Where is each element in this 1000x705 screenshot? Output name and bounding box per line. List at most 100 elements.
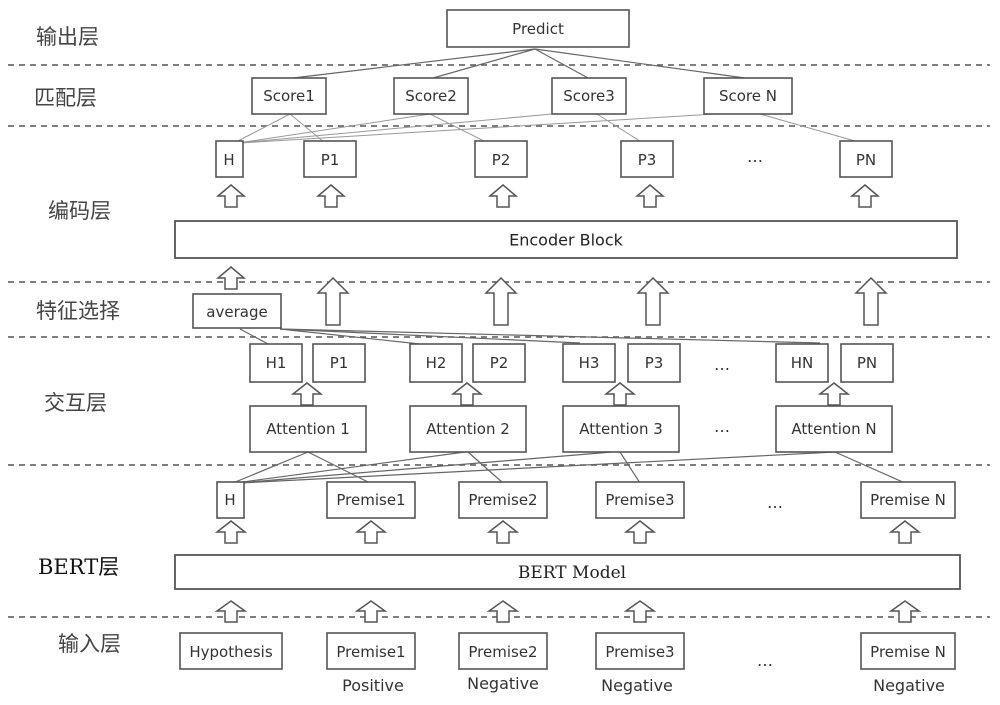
input-polarity-label: Negative: [467, 674, 539, 693]
node-label: Hypothesis: [189, 643, 272, 661]
input-premise-node: Premise3: [595, 632, 685, 670]
edge-att3-premise3: [619, 451, 641, 484]
up-arrow-icon: [487, 184, 519, 208]
node-label: Premise1: [336, 491, 405, 509]
node-label: P1: [321, 151, 340, 169]
up-arrow-icon: [290, 382, 324, 406]
ellipsis: …: [757, 651, 773, 670]
bert-output-premise-node: Premise3: [595, 481, 685, 519]
layer-label-feature-selection: 特征选择: [36, 299, 120, 323]
up-arrow-icon: [484, 276, 518, 326]
edge-predict-score3: [534, 48, 589, 79]
ellipsis: …: [714, 417, 730, 436]
up-arrow-icon: [486, 520, 520, 544]
attention-label: Attention 3: [579, 420, 663, 438]
layer-label-encoding: 编码层: [48, 199, 111, 223]
node-label: H2: [426, 354, 447, 372]
input-polarity-label: Negative: [873, 676, 945, 695]
bert-output-h-node: H: [216, 481, 245, 519]
interaction-p-node: PN: [840, 343, 894, 383]
layer-label-output: 输出层: [36, 25, 99, 49]
attention-label: Attention 1: [266, 420, 350, 438]
input-polarity-label: Negative: [601, 676, 673, 695]
node-label: PN: [857, 354, 877, 372]
edge-scoren-pn: [759, 113, 863, 144]
attention-label: Attention N: [791, 420, 876, 438]
node-label: P1: [330, 354, 349, 372]
score-label: Score2: [405, 87, 457, 105]
encoder-block: Encoder Block: [174, 220, 958, 259]
node-label: Premise1: [336, 643, 405, 661]
score-node: Score2: [393, 77, 469, 115]
bert-model-block: BERT Model: [174, 554, 961, 590]
score-label: Score N: [719, 87, 777, 105]
up-arrow-icon: [888, 600, 922, 623]
up-arrow-icon: [486, 600, 520, 623]
edge-att2-premise2: [467, 451, 504, 484]
node-label: H: [224, 491, 235, 509]
edge-score2-h: [237, 113, 431, 144]
up-arrow-icon: [215, 184, 247, 208]
node-label: Premise3: [605, 491, 674, 509]
node-label: P3: [645, 354, 664, 372]
encoded-p-node: P2: [474, 140, 528, 178]
score-label: Score1: [263, 87, 315, 105]
score-node: Score3: [551, 77, 627, 115]
average-node: average: [192, 293, 282, 329]
edge-scoren-h: [239, 113, 716, 144]
input-premise-node: Premise1: [326, 632, 416, 670]
up-arrow-icon: [354, 520, 388, 544]
up-arrow-icon: [603, 382, 637, 406]
up-arrow-icon: [623, 520, 657, 544]
node-label: P2: [490, 354, 509, 372]
ellipsis: …: [714, 355, 730, 374]
interaction-h-node: HN: [775, 343, 829, 383]
node-label: HN: [791, 354, 814, 372]
edge-predict-score2: [432, 48, 536, 79]
layer-labels: 输出层 匹配层 编码层 特征选择 交互层 BERT层 输入层: [34, 25, 121, 656]
score-label: Score3: [563, 87, 615, 105]
bert-model-label: BERT Model: [518, 563, 626, 583]
attention-node: Attention 1: [249, 405, 367, 453]
edge-average-hn: [279, 328, 821, 344]
node-label: Premise2: [468, 491, 537, 509]
bert-output-premise-node: Premise N: [860, 481, 956, 519]
node-label: P3: [638, 151, 657, 169]
up-arrow-icon: [214, 520, 248, 544]
edge-attn-h: [239, 451, 836, 484]
node-label: P2: [492, 151, 511, 169]
edge-score3-h: [237, 113, 553, 144]
encoded-p-node: P1: [303, 140, 357, 178]
attention-node: Attention 2: [409, 405, 527, 453]
edge-predict-score1: [292, 48, 536, 79]
edge-predict-scoren: [534, 48, 746, 79]
attention-node: Attention 3: [562, 405, 680, 453]
layer-label-bert: BERT层: [38, 555, 119, 579]
node-label: Premise N: [870, 491, 946, 509]
predict-label: Predict: [512, 20, 564, 38]
interaction-p-node: P2: [472, 343, 526, 383]
attention-label: Attention 2: [426, 420, 510, 438]
ellipsis: …: [747, 147, 763, 166]
bert-output-premise-node: Premise1: [326, 481, 416, 519]
bert-output-premise-node: Premise2: [458, 481, 548, 519]
up-arrow-icon: [316, 276, 350, 326]
encoder-block-label: Encoder Block: [509, 231, 624, 250]
attention-node: Attention N: [775, 405, 893, 453]
encoded-p-node: PN: [839, 140, 893, 178]
up-arrow-icon: [214, 600, 248, 623]
node-label: H1: [266, 354, 287, 372]
layer-label-input: 输入层: [58, 632, 121, 656]
up-arrow-icon: [636, 276, 670, 326]
input-premise-node: Premise2: [458, 632, 548, 670]
predict-node: Predict: [446, 9, 630, 48]
interaction-p-node: P1: [312, 343, 366, 383]
edge-attn-premisen: [834, 451, 906, 484]
up-arrow-icon: [315, 184, 347, 208]
up-arrow-icon: [817, 382, 851, 406]
model-architecture-diagram: 输出层 匹配层 编码层 特征选择 交互层 BERT层 输入层 Predict S…: [8, 9, 990, 695]
node-label: H: [223, 151, 234, 169]
node-label: H3: [579, 354, 600, 372]
node-label: Premise N: [870, 643, 946, 661]
up-arrow-icon: [849, 184, 881, 208]
